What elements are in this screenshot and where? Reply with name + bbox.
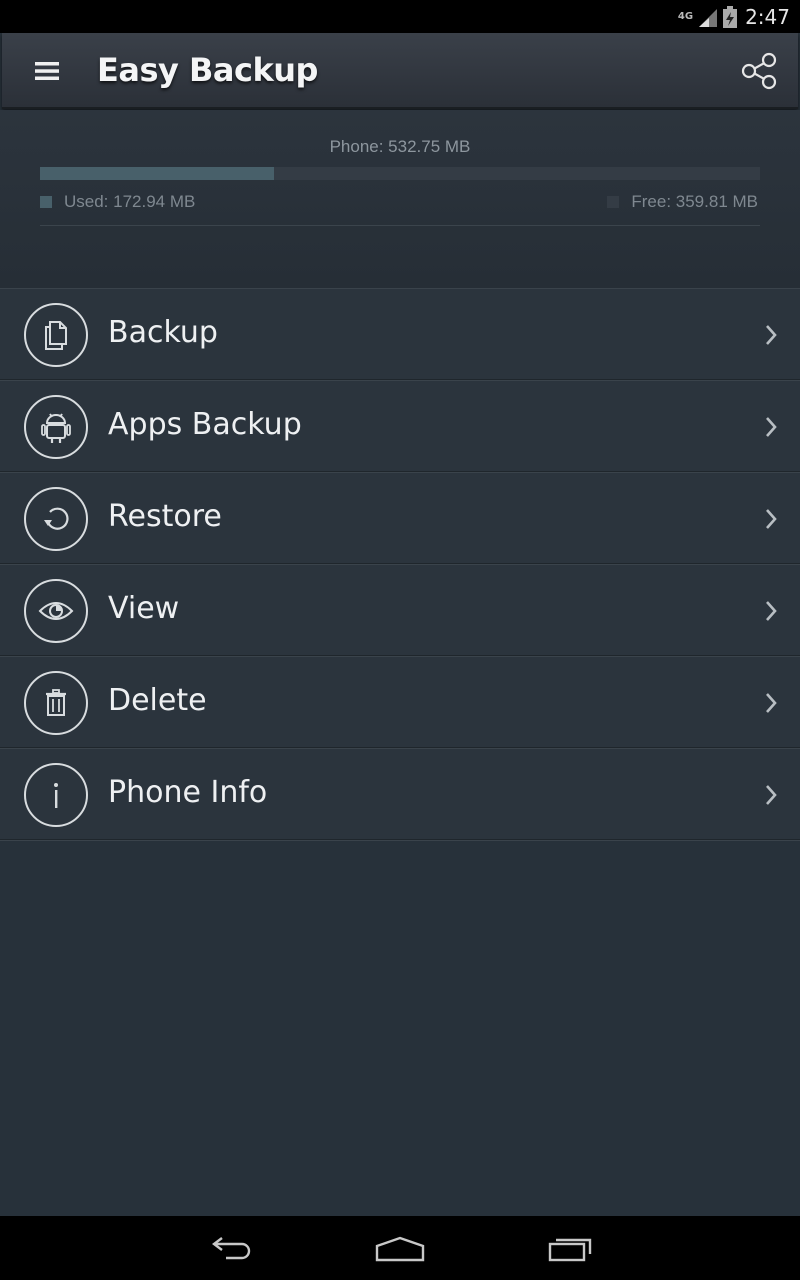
recents-icon (548, 1238, 592, 1262)
used-label: Used: 172.94 MB (64, 192, 196, 211)
menu-item-delete[interactable]: Delete (0, 656, 800, 748)
storage-panel: Phone: 532.75 MB Used: 172.94 MB Free: 3… (0, 110, 800, 288)
view-icon-circle (24, 579, 88, 643)
menu-item-label: Backup (108, 315, 218, 350)
recents-button[interactable] (540, 1230, 600, 1266)
storage-used-fill (40, 167, 274, 180)
android-icon (41, 413, 71, 443)
legend-free: Free: 359.81 MB (607, 192, 758, 212)
chevron-right-icon (766, 785, 777, 805)
menu-item-label: View (108, 591, 180, 626)
phone-info-icon-circle (24, 763, 88, 827)
battery-icon (723, 5, 738, 28)
apps-backup-icon-circle (24, 395, 88, 459)
free-swatch (607, 196, 620, 208)
share-button[interactable] (740, 51, 780, 91)
status-bar: 4G 2:47 (0, 0, 800, 33)
hamburger-icon (35, 62, 59, 80)
clock: 2:47 (745, 4, 790, 29)
menu-item-label: Restore (108, 499, 222, 534)
back-icon (212, 1237, 251, 1260)
back-button[interactable] (200, 1230, 260, 1266)
home-icon (375, 1236, 425, 1262)
used-swatch (40, 196, 52, 208)
menu-item-backup[interactable]: Backup (0, 288, 800, 380)
delete-icon-circle (24, 671, 88, 735)
menu-button[interactable] (30, 53, 64, 89)
menu-item-label: Delete (108, 683, 207, 718)
restore-icon-circle (24, 487, 88, 551)
network-type: 4G (677, 10, 694, 22)
eye-icon (38, 602, 74, 620)
document-copy-icon (45, 321, 67, 350)
divider (40, 225, 760, 226)
restore-icon (44, 507, 69, 530)
signal-icon (699, 8, 718, 27)
backup-icon-circle (24, 303, 88, 367)
menu-item-apps-backup[interactable]: Apps Backup (0, 380, 800, 472)
free-label: Free: 359.81 MB (631, 192, 758, 211)
storage-bar (40, 167, 760, 180)
chevron-right-icon (766, 325, 777, 345)
menu-item-phone-info[interactable]: Phone Info (0, 748, 800, 840)
home-button[interactable] (370, 1230, 430, 1266)
storage-title: Phone: 532.75 MB (329, 137, 471, 156)
menu-item-view[interactable]: View (0, 564, 800, 656)
menu-list: Backup Apps Backup Restore View Delete P… (0, 288, 800, 841)
info-icon (54, 783, 58, 808)
menu-item-restore[interactable]: Restore (0, 472, 800, 564)
trash-icon (46, 689, 66, 716)
chevron-right-icon (766, 693, 777, 713)
divider (0, 840, 800, 841)
share-icon (741, 52, 777, 90)
menu-item-label: Apps Backup (108, 407, 302, 442)
chevron-right-icon (766, 417, 777, 437)
legend-used: Used: 172.94 MB (40, 192, 195, 212)
action-bar: Easy Backup (2, 33, 798, 109)
chevron-right-icon (766, 601, 777, 621)
menu-item-label: Phone Info (108, 775, 268, 810)
app-title: Easy Backup (97, 51, 318, 89)
chevron-right-icon (766, 509, 777, 529)
navigation-bar (0, 1216, 800, 1280)
